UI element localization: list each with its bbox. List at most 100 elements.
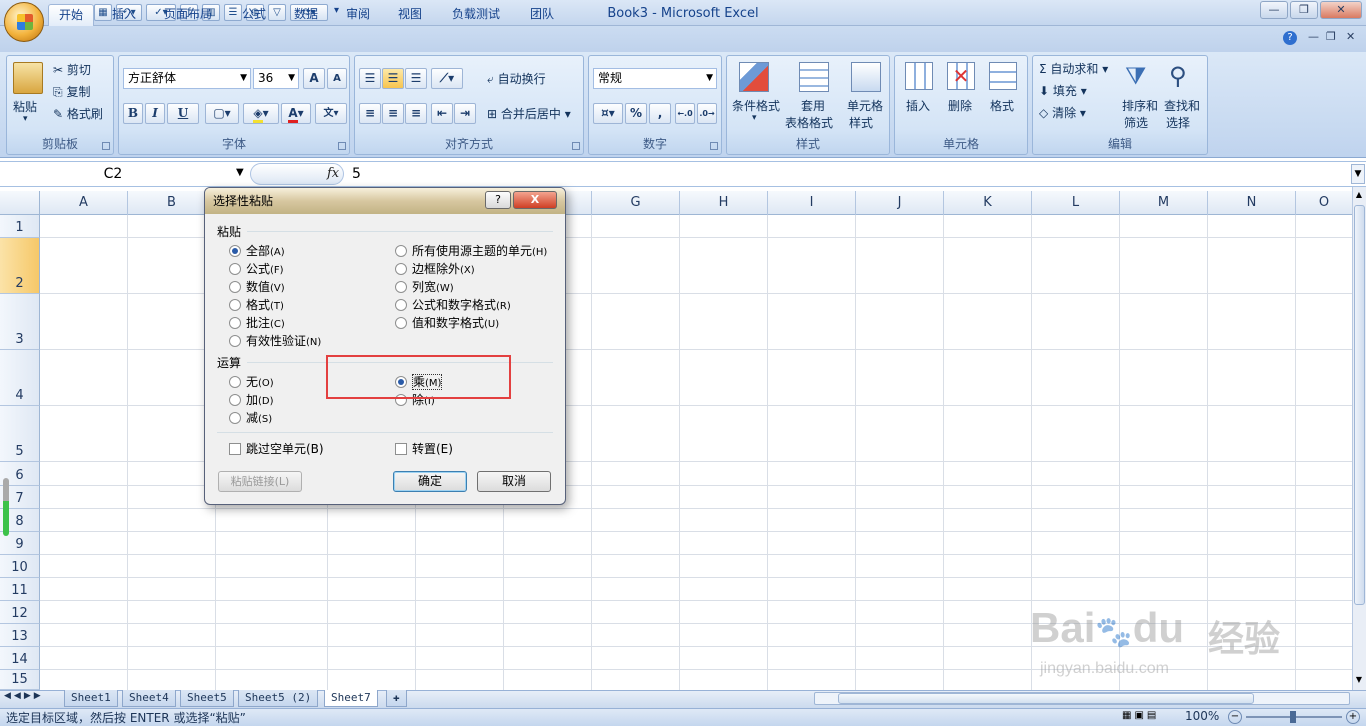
- row-header-5[interactable]: 5: [0, 406, 40, 462]
- name-box-dropdown-icon[interactable]: ▼: [236, 167, 244, 178]
- clear-button[interactable]: ◇ 清除 ▾: [1039, 104, 1086, 121]
- tab-team[interactable]: 团队: [520, 4, 564, 26]
- ribbon-restore-icon[interactable]: ❐: [1326, 30, 1336, 43]
- scroll-down-icon[interactable]: ▼: [1353, 675, 1365, 687]
- paste-button[interactable]: 粘贴: [13, 98, 37, 115]
- paste-formulas-radio[interactable]: 公式(F): [229, 260, 284, 277]
- column-header-k[interactable]: K: [944, 191, 1032, 215]
- sheet-nav-icon[interactable]: ◀◀▶▶: [4, 691, 44, 701]
- zoom-out-icon[interactable]: −: [1228, 710, 1242, 724]
- paste-values-numbers-radio[interactable]: 值和数字格式(U): [395, 314, 499, 331]
- expand-formula-bar-icon[interactable]: ▼: [1351, 164, 1365, 184]
- column-header-o[interactable]: O: [1296, 191, 1352, 215]
- increase-decimal-button[interactable]: ←.0: [675, 103, 695, 124]
- zoom-in-icon[interactable]: +: [1346, 710, 1360, 724]
- paste-comments-radio[interactable]: 批注(C): [229, 314, 285, 331]
- sheet-tab[interactable]: Sheet1: [64, 690, 118, 707]
- tab-page-layout[interactable]: 页面布局: [154, 4, 222, 26]
- close-window-button[interactable]: ✕: [1320, 1, 1362, 19]
- ribbon-minimize-icon[interactable]: —: [1308, 30, 1319, 43]
- bold-button[interactable]: B: [123, 103, 143, 124]
- align-right-button[interactable]: ≡: [405, 103, 427, 124]
- grow-font-button[interactable]: A: [303, 68, 325, 89]
- column-header-i[interactable]: I: [768, 191, 856, 215]
- column-header-j[interactable]: J: [856, 191, 944, 215]
- align-top-button[interactable]: ☰: [359, 68, 381, 89]
- column-header-n[interactable]: N: [1208, 191, 1296, 215]
- format-painter-button[interactable]: ✎ 格式刷: [53, 105, 103, 122]
- autosum-button[interactable]: Σ 自动求和 ▾: [1039, 60, 1108, 77]
- row-header-10[interactable]: 10: [0, 555, 40, 578]
- scroll-up-icon[interactable]: ▲: [1353, 190, 1365, 202]
- dialog-help-button[interactable]: ?: [485, 191, 511, 209]
- paste-values-radio[interactable]: 数值(V): [229, 278, 285, 295]
- number-launcher-icon[interactable]: [710, 142, 718, 150]
- row-header-15[interactable]: 15: [0, 670, 40, 690]
- paste-no-borders-radio[interactable]: 边框除外(X): [395, 260, 475, 277]
- ribbon-close-icon[interactable]: ✕: [1346, 30, 1355, 43]
- delete-cells-button[interactable]: 删除: [948, 97, 972, 114]
- row-header-13[interactable]: 13: [0, 624, 40, 647]
- select-all-corner[interactable]: [0, 191, 40, 215]
- insert-cells-button[interactable]: 插入: [906, 97, 930, 114]
- column-header-l[interactable]: L: [1032, 191, 1120, 215]
- row-header-3[interactable]: 3: [0, 294, 40, 350]
- op-none-radio[interactable]: 无(O): [229, 373, 274, 390]
- tab-formulas[interactable]: 公式: [232, 4, 276, 26]
- minimize-button[interactable]: —: [1260, 1, 1288, 19]
- name-box[interactable]: C2: [0, 163, 246, 185]
- paste-dropdown-icon[interactable]: ▾: [23, 114, 28, 124]
- italic-button[interactable]: I: [145, 103, 165, 124]
- horizontal-scroll-thumb[interactable]: [838, 693, 1254, 704]
- find-select-button[interactable]: 查找和: [1164, 97, 1200, 114]
- paste-source-theme-radio[interactable]: 所有使用源主题的单元(H): [395, 242, 547, 259]
- increase-indent-button[interactable]: ⇥: [454, 103, 476, 124]
- insert-cells-icon[interactable]: [905, 62, 933, 90]
- align-bottom-button[interactable]: ☰: [405, 68, 427, 89]
- tab-data[interactable]: 数据: [284, 4, 328, 26]
- row-header-4[interactable]: 4: [0, 350, 40, 406]
- cut-button[interactable]: ✂ 剪切: [53, 61, 91, 78]
- paste-formats-radio[interactable]: 格式(T): [229, 296, 284, 313]
- vertical-scroll-thumb[interactable]: [1354, 205, 1365, 605]
- sheet-tab[interactable]: Sheet5 (2): [238, 690, 319, 707]
- shrink-font-button[interactable]: A: [327, 68, 347, 89]
- skip-blanks-checkbox[interactable]: 跳过空单元(B): [229, 440, 324, 457]
- op-add-radio[interactable]: 加(D): [229, 391, 274, 408]
- binoculars-icon[interactable]: ⚲: [1169, 62, 1187, 90]
- sheet-tab[interactable]: Sheet5: [180, 690, 234, 707]
- column-header-g[interactable]: G: [592, 191, 680, 215]
- paste-column-widths-radio[interactable]: 列宽(W): [395, 278, 454, 295]
- cancel-button[interactable]: 取消: [477, 471, 551, 492]
- clipboard-launcher-icon[interactable]: [102, 142, 110, 150]
- decrease-indent-button[interactable]: ⇤: [431, 103, 453, 124]
- decrease-decimal-button[interactable]: .0→: [697, 103, 717, 124]
- format-cells-icon[interactable]: [989, 62, 1017, 90]
- sort-filter-button[interactable]: 排序和: [1122, 97, 1158, 114]
- font-color-button[interactable]: A▾: [281, 103, 311, 124]
- conditional-format-icon[interactable]: [739, 62, 769, 92]
- transpose-checkbox[interactable]: 转置(E): [395, 440, 453, 457]
- ok-button[interactable]: 确定: [393, 471, 467, 492]
- maximize-button[interactable]: ❐: [1290, 1, 1318, 19]
- align-middle-button[interactable]: ☰: [382, 68, 404, 89]
- column-header-a[interactable]: A: [40, 191, 128, 215]
- row-header-2[interactable]: 2: [0, 238, 40, 294]
- zoom-level[interactable]: 100%: [1185, 709, 1219, 723]
- new-sheet-icon[interactable]: ✚: [386, 690, 407, 707]
- formula-input[interactable]: 5: [352, 164, 361, 184]
- conditional-format-button[interactable]: 条件格式: [732, 97, 780, 114]
- merge-center-button[interactable]: ⊞ 合并后居中 ▾: [487, 105, 571, 122]
- paste-formulas-numbers-radio[interactable]: 公式和数字格式(R): [395, 296, 511, 313]
- copy-button[interactable]: ⎘ 复制: [53, 83, 90, 100]
- format-cells-button[interactable]: 格式: [990, 97, 1014, 114]
- sheet-tab[interactable]: Sheet4: [122, 690, 176, 707]
- paste-all-radio[interactable]: 全部(A): [229, 242, 285, 259]
- font-launcher-icon[interactable]: [338, 142, 346, 150]
- alignment-launcher-icon[interactable]: [572, 142, 580, 150]
- sheet-tab-active[interactable]: Sheet7: [324, 690, 378, 707]
- tab-review[interactable]: 审阅: [336, 4, 380, 26]
- align-center-button[interactable]: ≡: [382, 103, 404, 124]
- tab-load-test[interactable]: 负载测试: [442, 4, 510, 26]
- zoom-slider-thumb[interactable]: [1290, 711, 1296, 723]
